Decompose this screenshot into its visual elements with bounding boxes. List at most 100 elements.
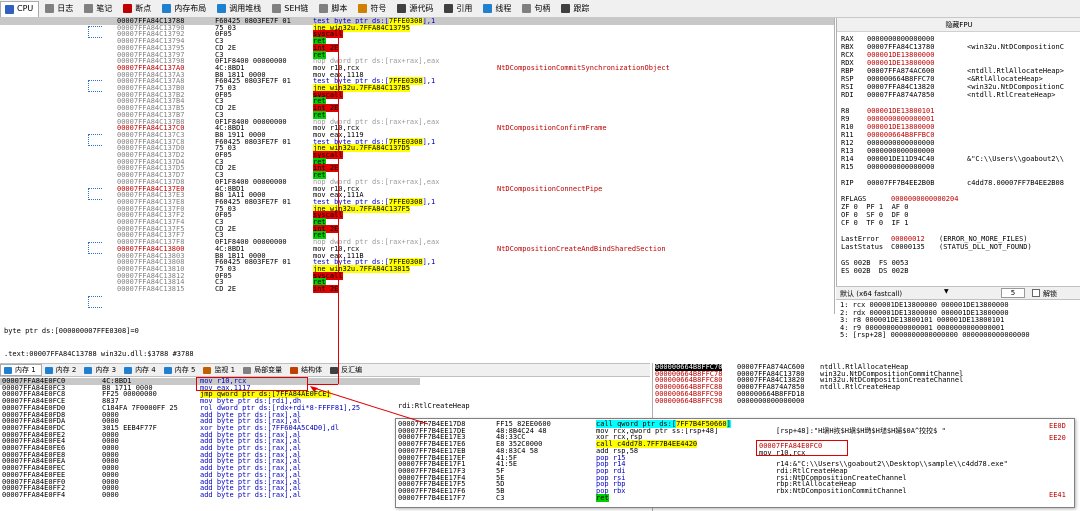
register-row[interactable]: RBX 00007FFA84C13780 <win32u.NtDCompositio…: [841, 43, 1064, 51]
disassembly-view[interactable]: 00007FFA84C13788 F60425 0803FE7F 01 test b…: [0, 18, 835, 314]
popup-row: 00007FF7B4EE17EF 41:5F pop r15: [396, 454, 1074, 462]
register-row[interactable]: ES 002B DS 002B: [841, 267, 1008, 275]
chevron-down-icon[interactable]: ▼: [944, 288, 949, 295]
register-name: R8: [841, 107, 850, 115]
register-value: 0000000000000001: [867, 115, 935, 123]
popup-row: 00007FF7B4EE17F1 41:5E pop r14 r14:&"C:\\Us…: [396, 460, 1074, 469]
stack-arg-row[interactable]: 5: [rsp+28] 0000000000000000 00000000000…: [840, 331, 1030, 340]
register-row[interactable]: RDX 000001DE13800000: [841, 59, 967, 67]
tab-11[interactable]: 线程: [479, 1, 516, 17]
popup-target-instr: mov r10,rcx: [759, 449, 806, 457]
register-row[interactable]: GS 002B FS 0053: [841, 259, 1008, 267]
popup-target-box: 00007FFA84E0FC0 mov r10,rcx: [756, 440, 848, 457]
register-row[interactable]: RAX 0000000000000000: [841, 35, 967, 43]
tab-2[interactable]: 笔记: [80, 1, 117, 17]
tab-label: 内存 1: [15, 366, 36, 374]
register-row[interactable]: R11 000000664B8FFBC0: [841, 131, 967, 139]
dump-tab-2[interactable]: 内存 3: [81, 364, 121, 376]
register-row[interactable]: RCX 000001DE13800000: [841, 51, 967, 59]
dump-tab-0[interactable]: 内存 1: [0, 364, 42, 376]
register-comment: &"C:\\Users\\goabout2\\: [967, 155, 1064, 163]
tab-12[interactable]: 句柄: [518, 1, 555, 17]
dump-tab-8[interactable]: 反汇编: [327, 364, 367, 376]
register-row[interactable]: RSI 00007FFA84C13820 <win32u.NtDCompositio…: [841, 83, 1064, 91]
unlock-checkbox[interactable]: [1032, 289, 1040, 297]
label-marker-icon: [106, 66, 111, 71]
dump-tab-5[interactable]: 监视 1: [200, 364, 240, 376]
arg-count-spinner[interactable]: 5: [1001, 288, 1025, 298]
status-info-line: byte ptr ds:[000000007FFE0308]=0: [4, 327, 139, 335]
register-row[interactable]: [841, 187, 967, 195]
dump-tab-3[interactable]: 内存 4: [121, 364, 161, 376]
register-row[interactable]: ZF 0 PF 1 AF 0: [841, 203, 1008, 211]
dump-tab-4[interactable]: 内存 5: [161, 364, 201, 376]
register-row[interactable]: [841, 171, 967, 179]
popup-address: 00007FF7B4EE17F5: [398, 480, 466, 489]
side-label: EE20: [1049, 434, 1066, 442]
tab-label: 源代码: [409, 3, 434, 13]
tab-8[interactable]: 符号: [354, 1, 391, 17]
register-row[interactable]: RSP 000000664B8FFC70 <&RtlAllocateHeap>: [841, 75, 1043, 83]
dump-tab-7[interactable]: 结构体: [287, 364, 327, 376]
popup-address: 00007FF7B4EE17F3: [398, 466, 466, 475]
tab-0[interactable]: CPU: [0, 0, 40, 17]
tab-6[interactable]: SEH链: [268, 1, 313, 17]
popup-bytes: 48:33CC: [496, 433, 526, 442]
register-row[interactable]: R15 0000000000000000: [841, 163, 967, 171]
instr-part: 7FF7B4F50660: [676, 420, 727, 428]
register-row[interactable]: RDI 00007FFA874A7850 <ntdll.RtlCreateHeap>: [841, 91, 1056, 99]
disasm-row[interactable]: 00007FFA84C13815 CD 2E int 2E: [0, 285, 834, 293]
register-row[interactable]: RBP 00007FFA874AC600 <ntdll.RtlAllocateHea…: [841, 67, 1064, 75]
tab-4[interactable]: 内存布局: [158, 1, 211, 17]
tab-9[interactable]: 源代码: [393, 1, 438, 17]
register-row[interactable]: OF 0 SF 0 DF 0: [841, 211, 1008, 219]
tab-7[interactable]: 脚本: [315, 1, 352, 17]
register-row[interactable]: RIP 00007FF7B4EE2B0B c4dd78.00007FF7B4EE2B…: [841, 179, 1064, 187]
tab-5[interactable]: 调用堆栈: [213, 1, 266, 17]
dump-row[interactable]: 00007FFA84E0FF4 0000 add byte ptr ds:[rax]…: [0, 492, 420, 499]
register-row[interactable]: [841, 227, 967, 235]
register-comment: <win32u.NtDCompositionC: [967, 43, 1064, 51]
register-row[interactable]: R10 000001DE13800000: [841, 123, 967, 131]
label-marker-icon: [106, 247, 111, 252]
tab-10[interactable]: 引用: [440, 1, 477, 17]
tab-icon: [483, 4, 493, 13]
register-row[interactable]: LastStatus C0000135 (STATUS_DLL_NOT_FOUND): [841, 243, 1032, 251]
popup-comment: r14:&"C:\\Users\\goabout2\\Desktop\\samp…: [776, 460, 1008, 469]
dump-tab-1[interactable]: 内存 2: [42, 364, 82, 376]
register-row[interactable]: [841, 251, 967, 259]
register-name: RCX: [841, 51, 854, 59]
tab-icon: [123, 4, 133, 13]
tab-label: SEH链: [284, 3, 309, 13]
tab-13[interactable]: 跟踪: [557, 1, 594, 17]
register-row[interactable]: RFLAGS 0000000000000204: [841, 195, 991, 203]
register-value: 000000664B8FFBC0: [867, 131, 935, 139]
tab-label: 监视 1: [214, 366, 236, 374]
register-name: RDX: [841, 59, 854, 67]
register-row[interactable]: CF 0 TF 0 IF 1: [841, 219, 1008, 227]
stack-args-panel: 1: rcx 000001DE13800000 000001DE13800000…: [836, 300, 1080, 360]
popup-comment: rbp:RtlAllocateHeap: [776, 480, 857, 489]
register-value: 000001DE13800000: [867, 51, 935, 59]
popup-row: 00007FF7B4EE17DE 48:8B4C24 48 mov rcx,qwor…: [396, 427, 1074, 435]
register-row[interactable]: [841, 99, 967, 107]
hide-fpu-button[interactable]: 隐藏FPU: [837, 18, 1080, 32]
popup-address: 00007FF7B4EE17E3: [398, 433, 466, 442]
calling-convention-select[interactable]: 默认 (x64 fastcall): [840, 289, 902, 299]
register-name: RAX: [841, 35, 854, 43]
popup-address: 00007FF7B4EE17F6: [398, 487, 466, 495]
register-row[interactable]: R8 000001DE13800101: [841, 107, 967, 115]
register-row[interactable]: R12 0000000000000000: [841, 139, 967, 147]
tab-1[interactable]: 日志: [41, 1, 78, 17]
register-row[interactable]: R9 0000000000000001: [841, 115, 967, 123]
tab-3[interactable]: 断点: [119, 1, 156, 17]
popup-instruction: pop rsi: [596, 474, 626, 482]
stack-address: 000000664B8FFC98: [655, 396, 723, 405]
register-name: R12: [841, 139, 854, 147]
dump-tab-6[interactable]: 局部变量: [240, 364, 287, 376]
register-row[interactable]: R13 0000000000000000: [841, 147, 967, 155]
register-row[interactable]: R14 000001DE11D94C40 &"C:\\Users\\goabout2…: [841, 155, 1064, 163]
register-value: 0000000000000204: [891, 195, 959, 203]
stack-row[interactable]: 000000664B8FFC98 0000000000000000: [655, 396, 1075, 405]
register-row[interactable]: LastError 00000012 (ERROR_NO_MORE_FILES): [841, 235, 1028, 243]
